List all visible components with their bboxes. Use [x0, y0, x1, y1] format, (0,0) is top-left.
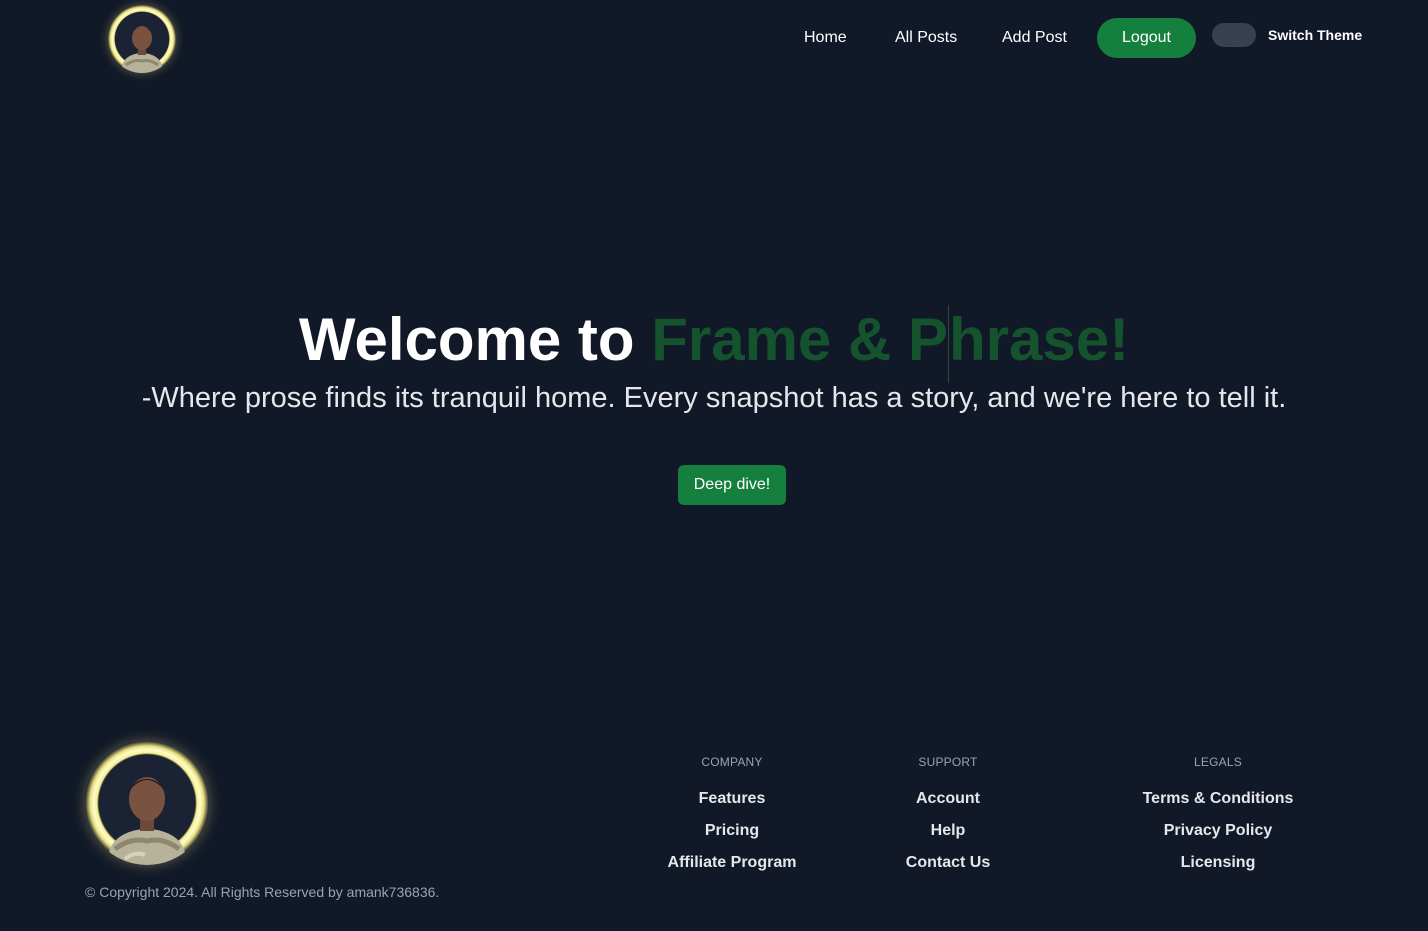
footer-link-privacy-policy[interactable]: Privacy Policy — [1108, 821, 1328, 853]
avatar-logo[interactable] — [108, 5, 176, 73]
nav-add-post[interactable]: Add Post — [1002, 29, 1067, 47]
footer-link-account[interactable]: Account — [838, 789, 1058, 821]
avatar-portrait-icon — [122, 26, 162, 73]
footer-link-pricing[interactable]: Pricing — [622, 821, 842, 853]
footer-link-features[interactable]: Features — [622, 789, 842, 821]
nav-all-posts[interactable]: All Posts — [895, 29, 957, 47]
footer-column-company: Company Features Pricing Affiliate Progr… — [622, 754, 842, 885]
hero-title-accent: Frame & Phrase! — [651, 305, 1130, 384]
theme-toggle[interactable] — [1212, 23, 1256, 47]
hero-title-accent-part-1: Frame & P — [651, 306, 948, 373]
nav-home[interactable]: Home — [804, 29, 847, 47]
footer-link-affiliate-program[interactable]: Affiliate Program — [622, 853, 842, 885]
footer-column-support: Support Account Help Contact Us — [838, 754, 1058, 885]
hero-title-accent-part-2: hrase! — [948, 306, 1130, 373]
footer-heading: Company — [701, 755, 763, 769]
avatar-portrait-icon — [109, 777, 185, 865]
footer-link-help[interactable]: Help — [838, 821, 1058, 853]
footer-heading: Support — [918, 755, 978, 769]
footer-link-licensing[interactable]: Licensing — [1108, 853, 1328, 885]
footer-link-contact-us[interactable]: Contact Us — [838, 853, 1058, 885]
logout-button[interactable]: Logout — [1097, 18, 1196, 58]
hero-title-prefix: Welcome to — [298, 306, 652, 373]
theme-toggle-label: Switch Theme — [1268, 27, 1363, 43]
footer-avatar-logo[interactable] — [85, 741, 209, 865]
deep-dive-button[interactable]: Deep dive! — [678, 465, 786, 505]
footer-column-legals: Legals Terms & Conditions Privacy Policy… — [1108, 754, 1328, 885]
hero-subtitle: -Where prose finds its tranquil home. Ev… — [141, 382, 1287, 414]
copyright-text: © Copyright 2024. All Rights Reserved by… — [85, 884, 440, 900]
hero-title: Welcome to Frame & Phrase! — [0, 305, 1428, 384]
footer-heading: Legals — [1194, 755, 1242, 769]
toggle-knob — [1214, 25, 1234, 45]
footer-link-terms[interactable]: Terms & Conditions — [1108, 789, 1328, 821]
